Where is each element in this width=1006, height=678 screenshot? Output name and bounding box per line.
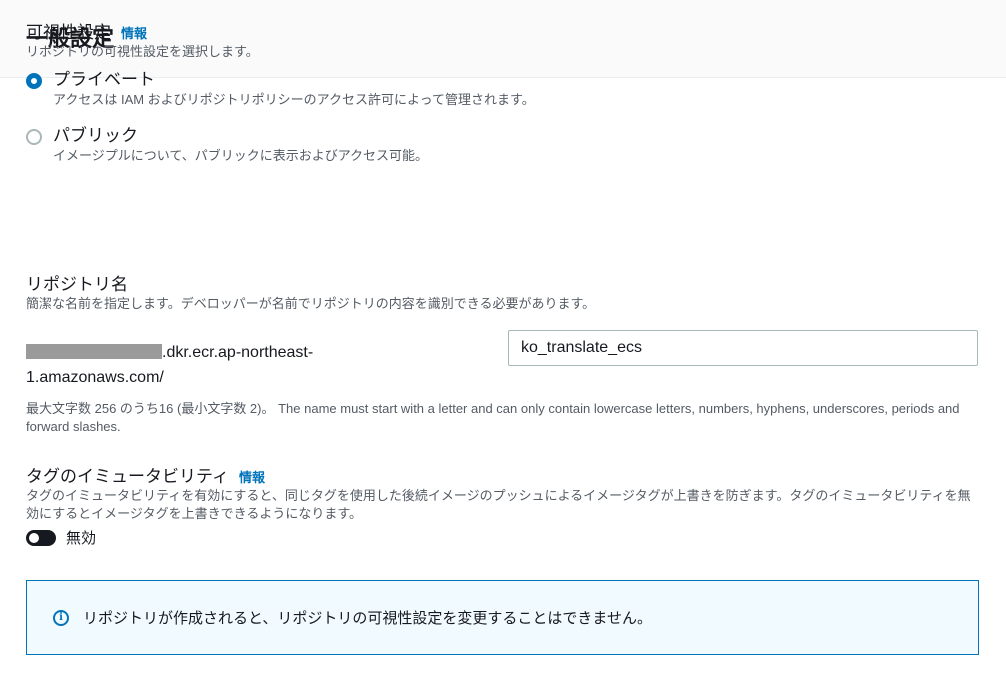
radio-private-description: アクセスは IAM およびリポジトリポリシーのアクセス許可によって管理されます。 bbox=[53, 92, 535, 107]
info-icon: i bbox=[53, 609, 69, 626]
repository-uri-prefix: .dkr.ecr.ap-northeast-1.amazonaws.com/ bbox=[26, 340, 386, 390]
repository-name-input[interactable] bbox=[508, 330, 978, 366]
tag-immutability-description: タグのイミュータビリティを有効にすると、同じタグを使用した後続イメージのプッシュ… bbox=[26, 488, 971, 521]
visibility-label: 可視性設定 bbox=[26, 23, 111, 42]
tag-immutability-info-link[interactable]: 情報 bbox=[239, 467, 265, 486]
radio-option-private[interactable]: プライベート アクセスは IAM およびリポジトリポリシーのアクセス許可によって… bbox=[26, 69, 980, 109]
tag-immutability-toggle[interactable] bbox=[26, 529, 56, 546]
tag-immutability-label: タグのイミュータビリティ bbox=[26, 467, 229, 486]
radio-public-description: イメージプルについて、パブリックに表示およびアクセス可能。 bbox=[53, 148, 429, 163]
visibility-info-link[interactable]: 情報 bbox=[121, 23, 147, 42]
radio-public-label: パブリック bbox=[53, 126, 138, 145]
repository-name-description: 簡潔な名前を指定します。デベロッパーが名前でリポジトリの内容を識別できる必要があ… bbox=[26, 296, 596, 311]
radio-public[interactable] bbox=[26, 129, 42, 145]
alert-text: リポジトリが作成されると、リポジトリの可視性設定を変更することはできません。 bbox=[83, 610, 652, 627]
redacted-account-id bbox=[26, 344, 162, 359]
repository-uri-row: .dkr.ecr.ap-northeast-1.amazonaws.com/ bbox=[26, 330, 980, 390]
toggle-knob bbox=[29, 532, 39, 543]
radio-private[interactable] bbox=[26, 73, 42, 89]
repository-name-constraint: 最大文字数 256 のうち16 (最小文字数 2)。 The name must… bbox=[26, 401, 960, 434]
info-alert: i リポジトリが作成されると、リポジトリの可視性設定を変更することはできません。 bbox=[26, 580, 979, 655]
tag-immutability-toggle-label: 無効 bbox=[66, 530, 97, 547]
tag-immutability-section: タグのイミュータビリティ 情報 タグのイミュータビリティを有効にすると、同じタグ… bbox=[26, 462, 980, 548]
visibility-section: 可視性設定 情報 リポジトリの可視性設定を選択します。 プライベート アクセスは… bbox=[26, 18, 980, 165]
repository-name-label: リポジトリ名 bbox=[26, 275, 128, 294]
radio-option-public[interactable]: パブリック イメージプルについて、パブリックに表示およびアクセス可能。 bbox=[26, 125, 980, 165]
radio-private-label: プライベート bbox=[53, 70, 155, 89]
repository-name-section: リポジトリ名 簡潔な名前を指定します。デベロッパーが名前でリポジトリの内容を識別… bbox=[26, 270, 980, 313]
visibility-description: リポジトリの可視性設定を選択します。 bbox=[26, 44, 259, 59]
